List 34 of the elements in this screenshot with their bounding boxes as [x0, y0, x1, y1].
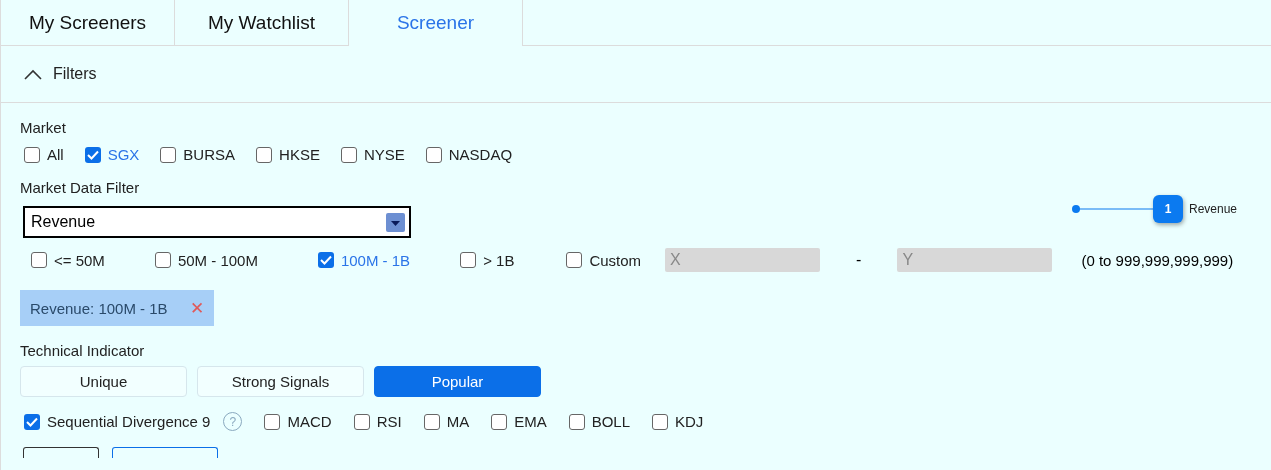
- option-label: MACD: [287, 413, 332, 430]
- option-label: NASDAQ: [448, 146, 513, 163]
- dropdown[interactable]: Revenue: [23, 206, 411, 238]
- step-badge: 1: [1153, 195, 1183, 223]
- field-label: Market: [20, 119, 67, 136]
- option-label: HKSE: [279, 146, 320, 163]
- input-field[interactable]: X: [665, 248, 821, 272]
- option-label: 100M - 1B: [340, 251, 411, 269]
- option-label: All: [47, 146, 64, 163]
- option-label: KDJ: [675, 413, 704, 430]
- section-title: Filters: [53, 65, 97, 83]
- option-label: <= 50M: [54, 251, 105, 269]
- option-label: Custom: [589, 251, 642, 269]
- segment-button[interactable]: Popular: [374, 366, 541, 397]
- option-label: NYSE: [363, 146, 405, 163]
- option-label: Sequential Divergence 9: [47, 413, 211, 430]
- option-label: RSI: [376, 413, 402, 430]
- separator-text: -: [856, 251, 862, 269]
- range-hint: (0 to 999,999,999,999): [1081, 251, 1234, 269]
- segment-button[interactable]: Unique: [20, 366, 187, 397]
- field-label: Market Data Filter: [20, 179, 141, 196]
- segment-button[interactable]: Strong Signals: [197, 366, 364, 397]
- option-label: MA: [446, 413, 470, 430]
- option-label: BOLL: [591, 413, 630, 430]
- callout-label: Revenue: [1189, 202, 1238, 216]
- chip-label: Revenue: 100M - 1B: [30, 299, 168, 317]
- field-label: Technical Indicator: [20, 342, 146, 359]
- option-label: EMA: [514, 413, 547, 430]
- option-label: 50M - 100M: [177, 251, 258, 269]
- option-label: BURSA: [183, 146, 236, 163]
- option-label: SGX: [107, 146, 140, 163]
- option-label: > 1B: [483, 251, 515, 269]
- tab[interactable]: Screener: [349, 0, 523, 46]
- input-field[interactable]: Y: [897, 248, 1053, 272]
